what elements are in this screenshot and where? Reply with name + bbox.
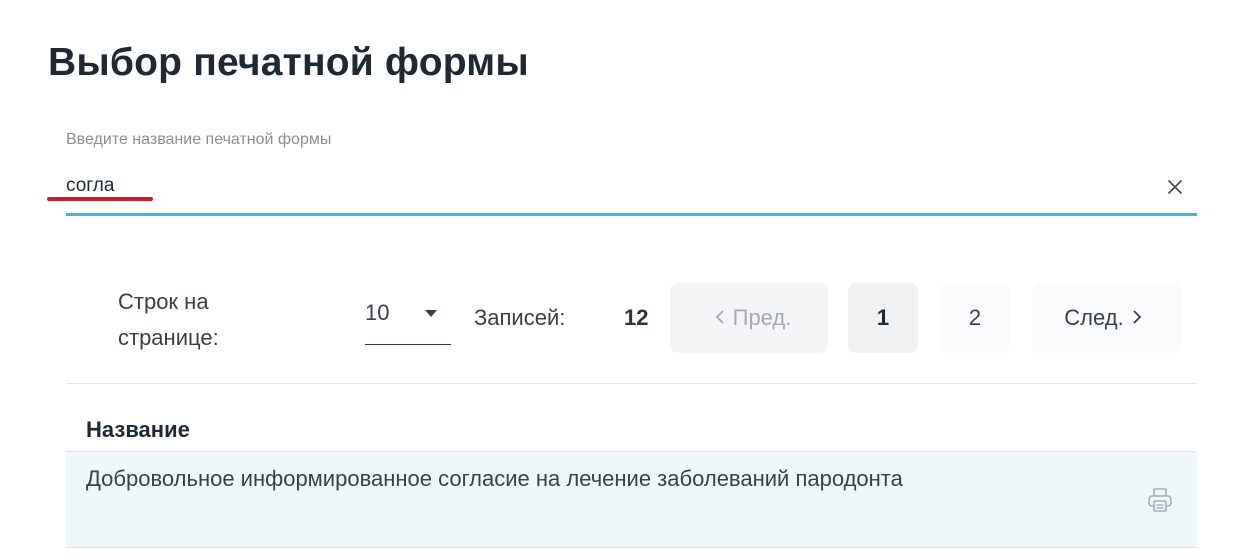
chevron-right-icon [1132, 305, 1142, 331]
chevron-left-icon [715, 305, 725, 331]
print-form-dialog: Выбор печатной формы Введите название пе… [0, 0, 1245, 558]
chevron-down-icon [425, 310, 437, 317]
search-input[interactable] [66, 170, 1146, 202]
page-size-value: 10 [365, 300, 390, 325]
prev-page-label: Пред. [732, 305, 792, 330]
records-label: Записей: [474, 305, 566, 330]
prev-page-button[interactable]: Пред. [670, 283, 828, 353]
clear-search-button[interactable] [1162, 174, 1188, 200]
printer-icon [1148, 488, 1172, 512]
records-count: 12 [624, 305, 649, 330]
row-divider [66, 547, 1197, 548]
column-header-name: Название [86, 417, 190, 442]
search-field-label: Введите название печатной формы [66, 131, 332, 148]
next-page-label: След. [1064, 305, 1124, 330]
table-divider [66, 383, 1197, 384]
close-icon [1168, 180, 1182, 194]
dialog-title: Выбор печатной формы [48, 41, 529, 84]
page-button-2[interactable]: 2 [940, 283, 1010, 353]
page-size-select[interactable]: 10 [365, 298, 451, 345]
print-button[interactable] [1146, 486, 1174, 514]
row-name: Добровольное информированное согласие на… [86, 466, 903, 491]
search-input-underline [66, 213, 1197, 216]
table-row[interactable]: Добровольное информированное согласие на… [66, 452, 1197, 547]
red-underline-annotation [47, 197, 153, 201]
page-button-1[interactable]: 1 [848, 283, 918, 353]
next-page-button[interactable]: След. [1032, 283, 1182, 353]
rows-per-page-label: Строк на странице: [118, 289, 219, 350]
